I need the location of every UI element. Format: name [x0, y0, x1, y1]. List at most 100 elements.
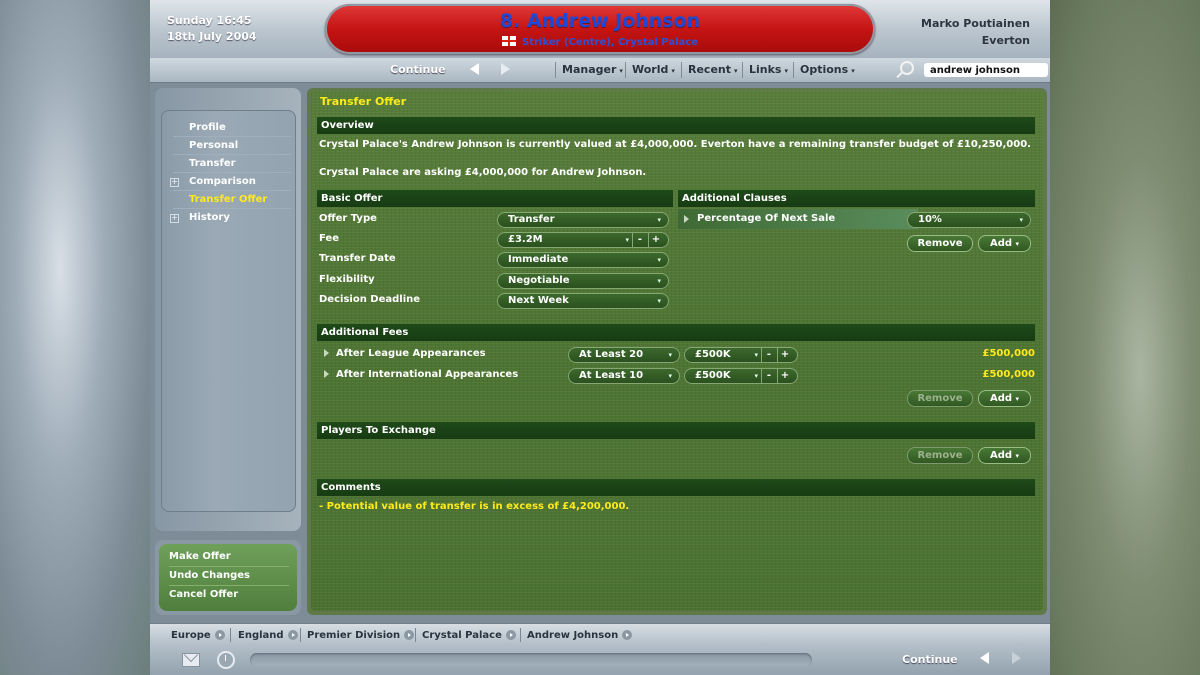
england-flag-icon: [502, 36, 517, 46]
continue-button[interactable]: Continue: [390, 63, 446, 76]
chevron-down-icon: ▾: [668, 372, 672, 380]
clause-label: Percentage Of Next Sale: [697, 213, 836, 224]
menu-options[interactable]: Options ▾: [793, 62, 861, 78]
back-arrow-icon[interactable]: [980, 652, 989, 664]
breadcrumb: Europe England Premier Division Crystal …: [150, 623, 1050, 646]
decision-deadline-label: Decision Deadline: [319, 294, 421, 305]
chevron-down-icon: ▾: [1015, 395, 1020, 403]
menu-manager[interactable]: Manager ▾: [555, 62, 629, 78]
breadcrumb-premier-division[interactable]: Premier Division: [307, 629, 415, 642]
fee-remove-button[interactable]: Remove: [907, 390, 973, 407]
date: 18th July 2004: [167, 30, 257, 43]
fee-row-label: After International Appearances: [336, 369, 519, 380]
clause-value-dropdown[interactable]: 10% ▾: [907, 212, 1031, 228]
undo-changes-button[interactable]: Undo Changes: [169, 567, 289, 586]
nav-item-profile[interactable]: Profile: [173, 120, 291, 137]
chevron-down-icon: ▾: [657, 256, 661, 264]
search-input[interactable]: [924, 63, 1048, 77]
offer-actions-panel: Make Offer Undo Changes Cancel Offer: [155, 540, 301, 615]
transfer-date-label: Transfer Date: [319, 253, 396, 264]
menu-recent[interactable]: Recent ▾: [681, 62, 744, 78]
background-left: [0, 0, 150, 675]
chevron-down-icon: ▾: [1015, 240, 1020, 248]
clause-row[interactable]: Percentage Of Next Sale: [678, 209, 918, 229]
increase-button[interactable]: +: [777, 368, 792, 384]
chevron-down-icon: ▾: [851, 67, 855, 75]
fee-row-label: After League Appearances: [336, 348, 486, 359]
overview-header: Overview: [317, 117, 1035, 134]
expand-plus-icon[interactable]: +: [170, 178, 179, 187]
fee-row-total: £500,000: [982, 348, 1035, 359]
basic-offer-header: Basic Offer: [317, 190, 673, 207]
nav-item-transfer[interactable]: Transfer: [173, 156, 291, 173]
decision-deadline-dropdown[interactable]: Next Week ▾: [497, 293, 669, 309]
breadcrumb-divider: [520, 628, 521, 642]
toolbar: Continue Manager ▾ World ▾ Recent ▾ Links ▾ …: [150, 58, 1050, 83]
nav-item-transfer-offer[interactable]: Transfer Offer: [173, 192, 291, 209]
chevron-down-icon: ▾: [657, 216, 661, 224]
overview-text-1: Crystal Palace's Andrew Johnson is curre…: [319, 139, 1031, 150]
clock-icon[interactable]: [217, 651, 235, 669]
breadcrumb-andrew-johnson[interactable]: Andrew Johnson: [527, 629, 633, 642]
status-continue-button[interactable]: Continue: [902, 653, 958, 666]
make-offer-button[interactable]: Make Offer: [169, 548, 289, 567]
cancel-offer-button[interactable]: Cancel Offer: [169, 586, 289, 604]
transfer-date-dropdown[interactable]: Immediate ▾: [497, 252, 669, 268]
expand-arrow-icon[interactable]: [324, 349, 329, 357]
expand-arrow-icon[interactable]: [324, 370, 329, 378]
clause-add-button[interactable]: Add ▾: [978, 235, 1031, 252]
breadcrumb-divider: [300, 628, 301, 642]
forward-arrow-icon[interactable]: [501, 63, 510, 75]
fee-decrease-button[interactable]: -: [632, 232, 647, 248]
clause-remove-button[interactable]: Remove: [907, 235, 973, 252]
flexibility-dropdown[interactable]: Negotiable ▾: [497, 273, 669, 289]
left-nav-panel: Profile Personal Transfer + Comparison Tr…: [155, 88, 301, 531]
chevron-down-icon: ▾: [619, 67, 623, 75]
decrease-button[interactable]: -: [761, 347, 776, 363]
main-panel: Transfer Offer Overview Crystal Palace's…: [307, 88, 1047, 615]
menu-links[interactable]: Links ▾: [742, 62, 794, 78]
manager-name: Marko Poutiainen: [921, 17, 1030, 30]
chevron-down-icon: ▾: [657, 277, 661, 285]
search-icon[interactable]: [900, 61, 914, 75]
fee-amount-stepper[interactable]: £500K ▾ - +: [684, 347, 798, 363]
fee-amount-stepper[interactable]: £500K ▾ - +: [684, 368, 798, 384]
player-role-line: Striker (Centre), Crystal Palace: [325, 36, 875, 48]
breadcrumb-crystal-palace[interactable]: Crystal Palace: [422, 629, 516, 642]
player-title-plate: 8. Andrew Johnson Striker (Centre), Crys…: [325, 4, 875, 54]
game-date: Sunday 16:45 18th July 2004: [167, 13, 257, 45]
fee-condition-dropdown[interactable]: At Least 10 ▾: [568, 368, 680, 384]
decrease-button[interactable]: -: [761, 368, 776, 384]
forward-arrow-icon[interactable]: [1012, 652, 1021, 664]
menu-world[interactable]: World ▾: [625, 62, 681, 78]
fee-row-total: £500,000: [982, 369, 1035, 380]
nav-item-history[interactable]: + History: [170, 210, 291, 226]
manager-info: Marko Poutiainen Everton: [921, 15, 1030, 49]
nav-item-comparison[interactable]: + Comparison: [170, 174, 291, 191]
exchange-add-button[interactable]: Add ▾: [978, 447, 1031, 464]
arrow-right-icon: [505, 630, 516, 640]
background-right: [1050, 0, 1200, 675]
fee-add-button[interactable]: Add ▾: [978, 390, 1031, 407]
expand-arrow-icon[interactable]: [684, 215, 689, 223]
breadcrumb-divider: [230, 628, 231, 642]
mail-icon[interactable]: [182, 653, 200, 667]
chevron-down-icon: ▾: [657, 297, 661, 305]
breadcrumb-europe[interactable]: Europe: [171, 629, 225, 642]
back-arrow-icon[interactable]: [470, 63, 479, 75]
fee-increase-button[interactable]: +: [648, 232, 663, 248]
nav-item-personal[interactable]: Personal: [173, 138, 291, 155]
comments-header: Comments: [317, 479, 1035, 496]
fee-stepper[interactable]: £3.2M ▾ - +: [497, 232, 669, 248]
breadcrumb-england[interactable]: England: [238, 629, 298, 642]
increase-button[interactable]: +: [777, 347, 792, 363]
day-time: Sunday 16:45: [167, 14, 252, 27]
chevron-down-icon: ▾: [1019, 216, 1023, 224]
arrow-right-icon: [287, 630, 298, 640]
expand-plus-icon[interactable]: +: [170, 214, 179, 223]
exchange-remove-button[interactable]: Remove: [907, 447, 973, 464]
offer-type-dropdown[interactable]: Transfer ▾: [497, 212, 669, 228]
chevron-down-icon: ▾: [668, 351, 672, 359]
arrow-right-icon: [214, 630, 225, 640]
fee-condition-dropdown[interactable]: At Least 20 ▾: [568, 347, 680, 363]
